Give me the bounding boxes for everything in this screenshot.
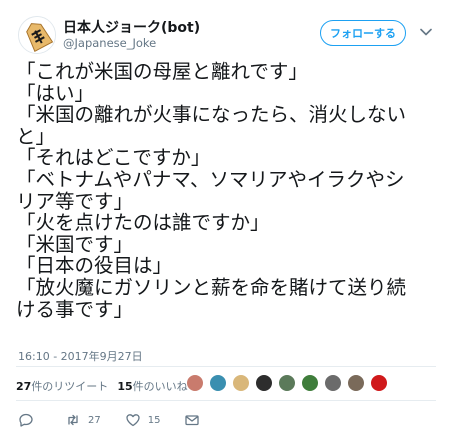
retweets-count: 27: [16, 379, 32, 393]
display-name[interactable]: 日本人ジョーク(bot): [63, 17, 200, 37]
liker-avatar[interactable]: [255, 374, 273, 392]
retweet-count: 27: [88, 414, 101, 426]
tweet-line: 「放火魔にガソリンと薪を命を賭けて送り続: [16, 275, 407, 299]
user-handle[interactable]: @Japanese_Joke: [63, 36, 156, 50]
like-count: 15: [147, 414, 161, 426]
timestamp[interactable]: 16:10 - 2017年9月27日: [18, 348, 143, 364]
tweet-actions: 27 15: [18, 412, 224, 428]
liker-avatar[interactable]: [347, 374, 365, 392]
follow-button[interactable]: フォローする: [320, 20, 406, 46]
reply-icon: [19, 413, 33, 427]
retweet-button[interactable]: 27: [65, 412, 101, 428]
mail-icon: [185, 415, 200, 426]
liker-avatar[interactable]: [278, 374, 296, 392]
liker-avatar[interactable]: [370, 374, 388, 392]
liker-avatar[interactable]: [186, 374, 204, 392]
tweet-line: 「はい」: [16, 81, 95, 105]
tweet-line: 「日本の役目は」: [16, 254, 173, 278]
chevron-down-icon[interactable]: [418, 24, 434, 40]
tweet-card: 日本人ジョーク(bot) @Japanese_Joke フォローする 「これが米…: [0, 0, 450, 434]
tweet-line: ける事です」: [16, 297, 134, 321]
tweet-line: と」: [16, 124, 56, 148]
liker-avatar[interactable]: [232, 374, 250, 392]
tweet-line: リア等です」: [16, 189, 134, 213]
like-button[interactable]: 15: [125, 412, 161, 428]
avatar[interactable]: [18, 16, 56, 54]
likes-stat[interactable]: 15 件のいいね: [117, 378, 187, 394]
liker-avatar[interactable]: [324, 374, 342, 392]
tweet-line: 「火を点けたのは誰ですか」: [16, 211, 270, 235]
retweets-label: 件のリツイート: [31, 380, 109, 393]
shogi-piece-icon: [19, 17, 55, 53]
tweet-text: 「これが米国の母屋と離れです」 「はい」 「米国の離れが火事になったら、消火しな…: [16, 61, 438, 320]
likes-label: 件のいいね: [132, 380, 188, 393]
retweets-stat[interactable]: 27 件のリツイート: [16, 378, 108, 394]
tweet-line: 「それはどこですか」: [16, 146, 211, 170]
retweet-icon: [68, 414, 78, 426]
likers-avatars: [186, 374, 393, 392]
tweet-line: 「米国です」: [16, 232, 134, 256]
likes-count: 15: [117, 379, 133, 393]
heart-icon: [126, 414, 140, 427]
share-button[interactable]: [184, 412, 200, 428]
tweet-line: 「これが米国の母屋と離れです」: [16, 60, 308, 83]
tweet-line: 「米国の離れが火事になったら、消火しない: [16, 103, 407, 127]
reply-button[interactable]: [18, 412, 41, 428]
divider: [16, 366, 436, 367]
liker-avatar[interactable]: [301, 374, 319, 392]
tweet-stats: 27 件のリツイート 15 件のいいね: [16, 378, 188, 394]
tweet-line: 「ベトナムやパナマ、ソマリアやイラクやシ: [16, 167, 405, 191]
divider: [16, 400, 436, 401]
liker-avatar[interactable]: [209, 374, 227, 392]
